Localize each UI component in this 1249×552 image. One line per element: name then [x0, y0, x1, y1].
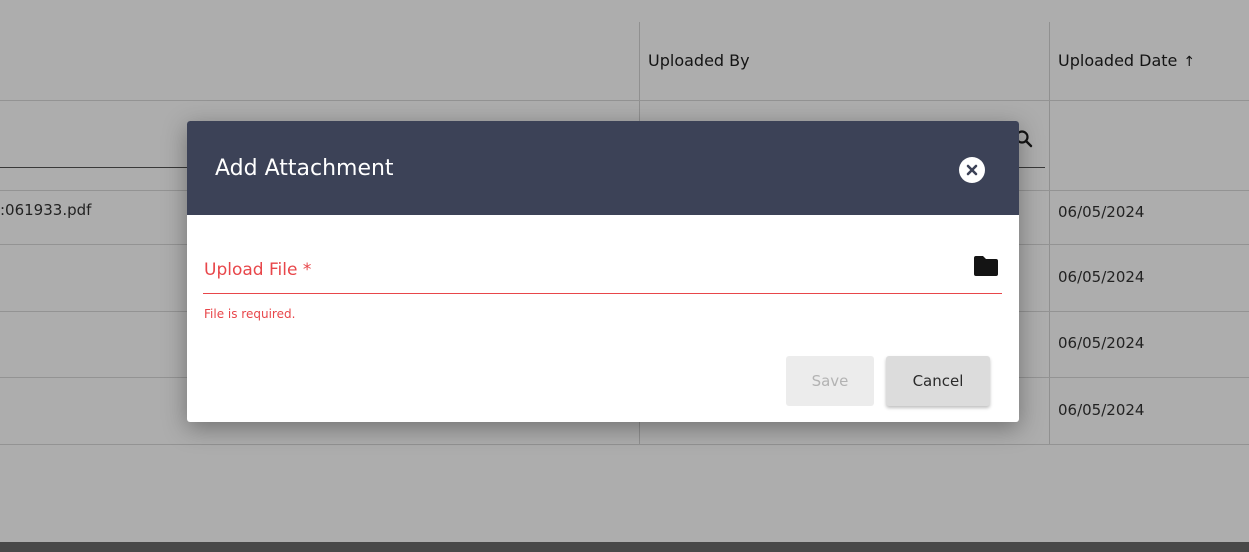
- add-attachment-dialog: Add Attachment Upload File * File is req…: [187, 121, 1019, 422]
- save-button[interactable]: Save: [786, 356, 874, 406]
- cancel-button[interactable]: Cancel: [886, 356, 990, 406]
- close-icon: [966, 164, 978, 176]
- upload-file-input[interactable]: [203, 293, 1002, 294]
- folder-icon[interactable]: [973, 255, 999, 277]
- close-button[interactable]: [959, 157, 985, 183]
- attachments-page: Uploaded By Uploaded Date ↑ :061933.pdf 0…: [0, 0, 1249, 552]
- upload-file-error: File is required.: [204, 307, 296, 321]
- dialog-title: Add Attachment: [215, 156, 394, 181]
- dialog-header: Add Attachment: [187, 121, 1019, 215]
- upload-file-label: Upload File *: [204, 260, 312, 280]
